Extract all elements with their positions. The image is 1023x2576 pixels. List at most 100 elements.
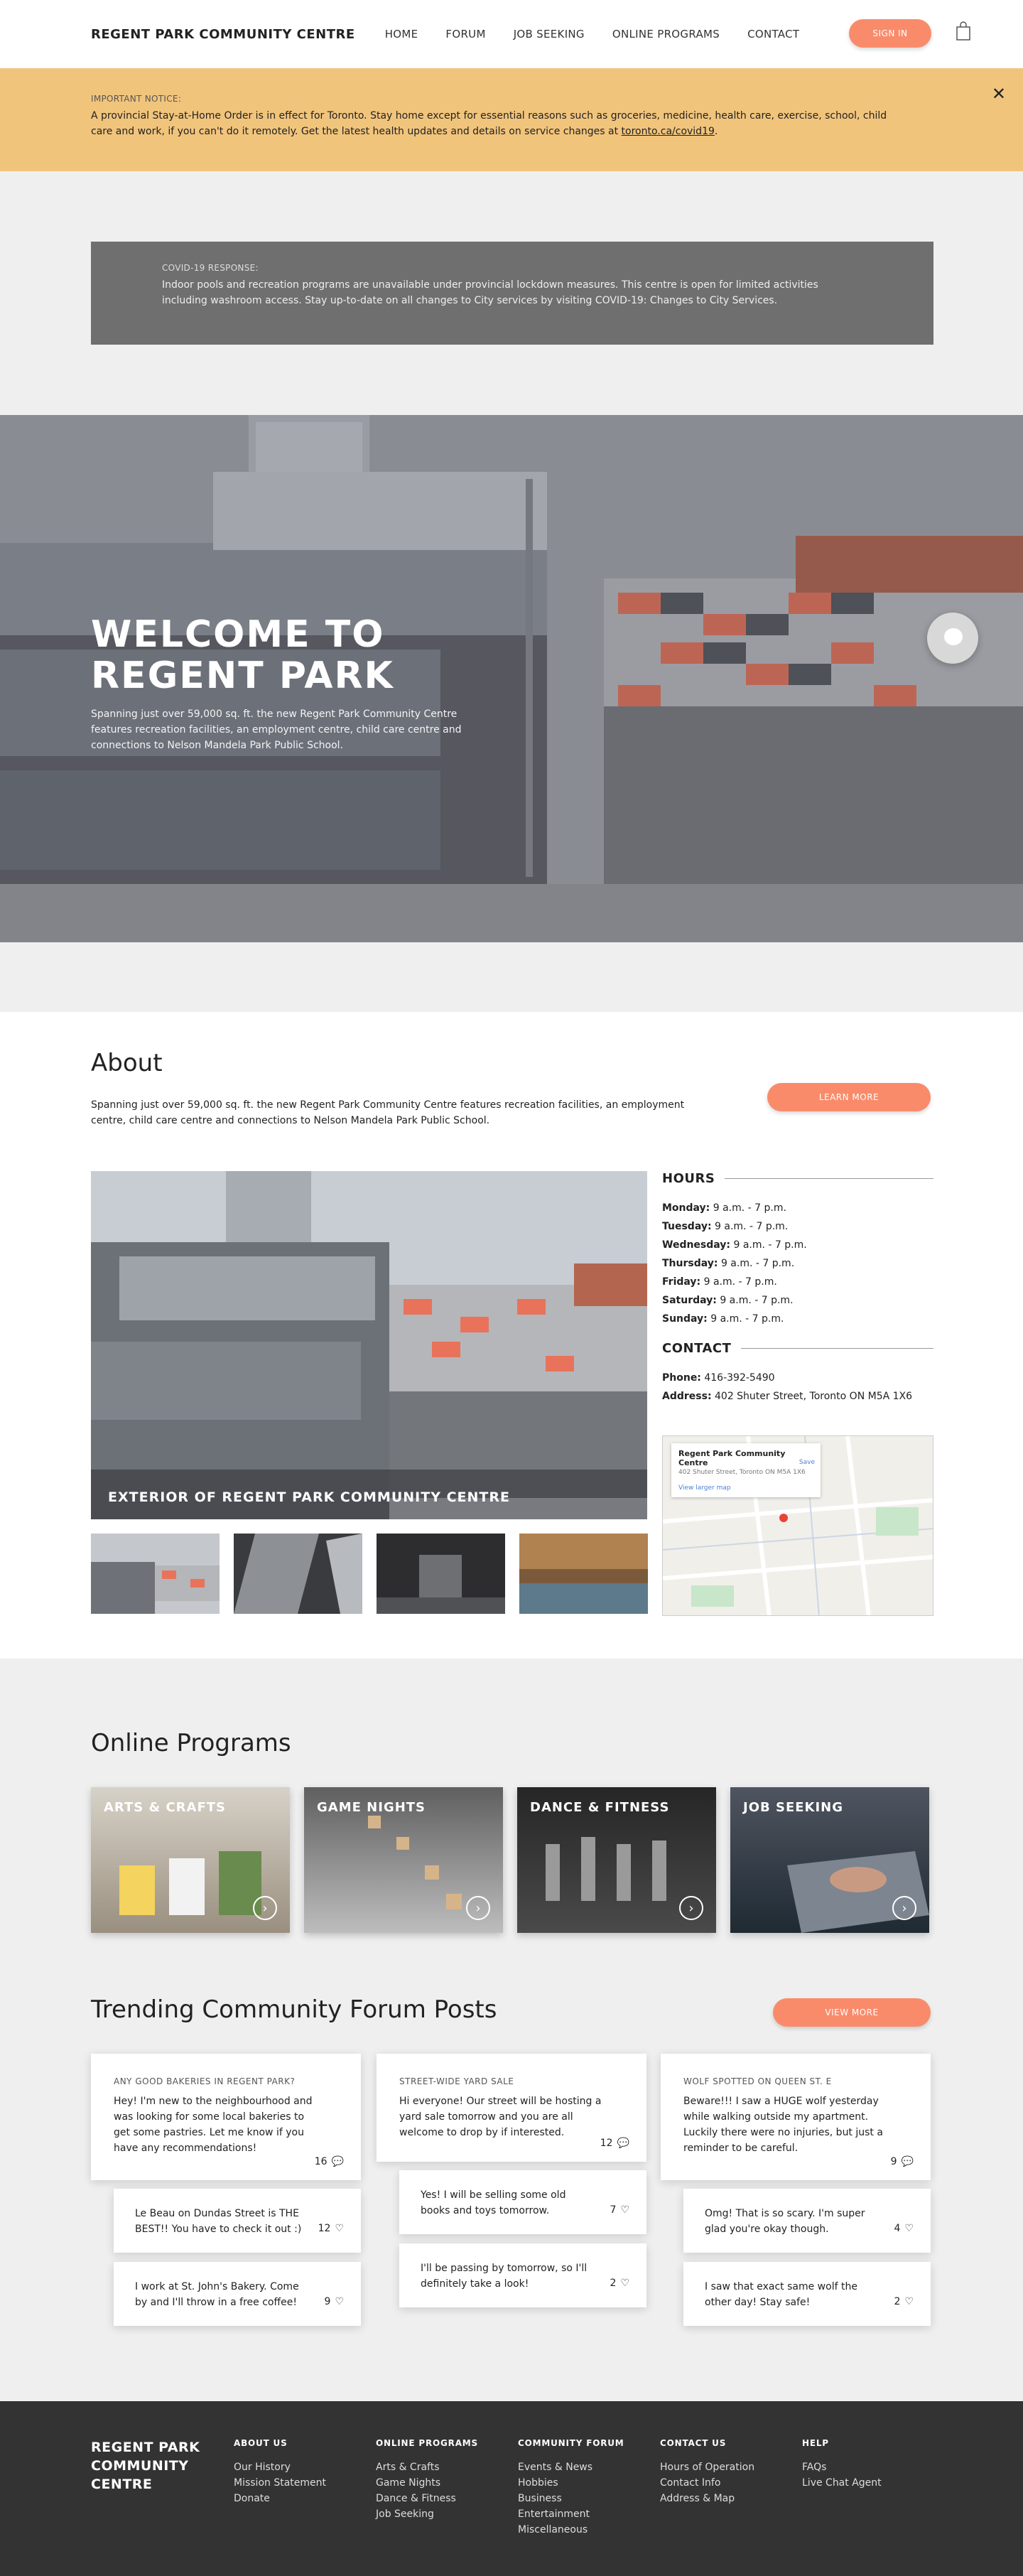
program-card-job-seeking[interactable]: JOB SEEKING › xyxy=(730,1787,929,1933)
reply-body: Le Beau on Dundas Street is THE BEST!! Y… xyxy=(135,2208,302,2235)
reply-body: I work at St. John's Bakery. Come by and… xyxy=(135,2281,299,2308)
footer-link[interactable]: Contact Info xyxy=(660,2475,754,2491)
nav-online-programs[interactable]: ONLINE PROGRAMS xyxy=(612,28,720,41)
programs-title: Online Programs xyxy=(91,1729,291,1757)
nav-job-seeking[interactable]: JOB SEEKING xyxy=(514,28,585,41)
footer-brand[interactable]: REGENT PARK COMMUNITY CENTRE xyxy=(91,2438,219,2494)
hours-row: Monday: 9 a.m. - 7 p.m. xyxy=(662,1202,786,1214)
heart-icon: ♡ xyxy=(335,2223,344,2234)
thumbnail-exterior[interactable] xyxy=(91,1534,220,1614)
hours-heading: HOURS xyxy=(662,1171,933,1186)
arrow-right-icon[interactable]: › xyxy=(466,1896,490,1920)
thumbnail-interior-1[interactable] xyxy=(234,1534,362,1614)
footer-link[interactable]: Game Nights xyxy=(376,2475,478,2491)
learn-more-button[interactable]: LEARN MORE xyxy=(767,1083,931,1111)
footer-link[interactable]: Business xyxy=(518,2491,624,2506)
site-header: REGENT PARK COMMUNITY CENTRE HOME FORUM … xyxy=(0,0,1023,68)
program-card-arts-crafts[interactable]: ARTS & CRAFTS › xyxy=(91,1787,290,1933)
view-more-button[interactable]: VIEW MORE xyxy=(773,1998,931,2027)
map-info-card: Regent Park Community Centre 402 Shuter … xyxy=(671,1443,821,1497)
like-count[interactable]: 12 ♡ xyxy=(318,2223,344,2234)
program-card-dance-fitness[interactable]: DANCE & FITNESS › xyxy=(517,1787,716,1933)
covid-body: Indoor pools and recreation programs are… xyxy=(162,279,818,306)
footer-link[interactable]: Arts & Crafts xyxy=(376,2459,478,2475)
heart-icon: ♡ xyxy=(335,2296,344,2307)
main-building-image[interactable]: EXTERIOR OF REGENT PARK COMMUNITY CENTRE xyxy=(91,1171,647,1519)
comment-icon: 💬 xyxy=(901,2156,914,2167)
reply-body: I'll be passing by tomorrow, so I'll def… xyxy=(421,2263,588,2290)
hours-contact-panel: HOURS Monday: 9 a.m. - 7 p.m. Tuesday: 9… xyxy=(662,1171,933,1406)
comment-count[interactable]: 16 💬 xyxy=(315,2156,344,2167)
about-title: About xyxy=(91,1049,163,1077)
nav-forum[interactable]: FORUM xyxy=(445,28,485,41)
like-count[interactable]: 2 ♡ xyxy=(894,2296,914,2307)
sign-in-button[interactable]: SIGN IN xyxy=(849,19,931,48)
comment-icon: 💬 xyxy=(331,2156,344,2167)
hours-row: Wednesday: 9 a.m. - 7 p.m. xyxy=(662,1239,807,1251)
footer-link[interactable]: Our History xyxy=(234,2459,326,2475)
footer-link[interactable]: Address & Map xyxy=(660,2491,754,2506)
arrow-right-icon[interactable]: › xyxy=(679,1896,703,1920)
like-count[interactable]: 7 ♡ xyxy=(610,2204,629,2216)
arrow-right-icon[interactable]: › xyxy=(892,1896,916,1920)
footer-link[interactable]: Mission Statement xyxy=(234,2475,326,2491)
map-save-button[interactable]: Save xyxy=(799,1459,815,1466)
shopping-bag-icon[interactable] xyxy=(956,21,971,41)
like-count[interactable]: 4 ♡ xyxy=(894,2223,914,2234)
hours-row: Tuesday: 9 a.m. - 7 p.m. xyxy=(662,1221,789,1232)
arrow-right-icon[interactable]: › xyxy=(253,1896,277,1920)
close-icon[interactable]: ✕ xyxy=(992,84,1006,104)
footer-link[interactable]: Live Chat Agent xyxy=(802,2475,882,2491)
footer-link[interactable]: Donate xyxy=(234,2491,326,2506)
footer-link[interactable]: Dance & Fitness xyxy=(376,2491,478,2506)
forum-reply[interactable]: I work at St. John's Bakery. Come by and… xyxy=(114,2262,361,2326)
thumbnail-interior-2[interactable] xyxy=(377,1534,505,1614)
forum-reply[interactable]: Yes! I will be selling some old books an… xyxy=(399,2170,646,2234)
nav-contact[interactable]: CONTACT xyxy=(747,28,799,41)
forum-reply[interactable]: Le Beau on Dundas Street is THE BEST!! Y… xyxy=(114,2189,361,2253)
hours-row: Friday: 9 a.m. - 7 p.m. xyxy=(662,1276,777,1288)
post-body: Beware!!! I saw a HUGE wolf yesterday wh… xyxy=(683,2096,883,2154)
footer-link[interactable]: Miscellaneous xyxy=(518,2522,624,2538)
nav-home[interactable]: HOME xyxy=(385,28,418,41)
forum-post[interactable]: WOLF SPOTTED ON QUEEN ST. E Beware!!! I … xyxy=(661,2054,931,2180)
footer-link[interactable]: Entertainment xyxy=(518,2506,624,2522)
program-title: JOB SEEKING xyxy=(743,1800,844,1815)
brand-logo[interactable]: REGENT PARK COMMUNITY CENTRE xyxy=(91,27,355,42)
footer-col-about: ABOUT US Our History Mission Statement D… xyxy=(234,2438,326,2506)
building-photo-large xyxy=(91,1171,647,1519)
covid-title: COVID-19 RESPONSE: xyxy=(162,263,259,273)
chat-bubble-icon[interactable] xyxy=(927,613,978,664)
footer-link[interactable]: Hobbies xyxy=(518,2475,624,2491)
footer-link[interactable]: FAQs xyxy=(802,2459,882,2475)
thumbnail-pool[interactable] xyxy=(519,1534,648,1614)
post-title: STREET-WIDE YARD SALE xyxy=(399,2076,514,2086)
contact-phone: Phone: 416-392-5490 xyxy=(662,1372,775,1384)
hero-subtitle: Spanning just over 59,000 sq. ft. the ne… xyxy=(91,708,462,751)
program-title: ARTS & CRAFTS xyxy=(104,1800,226,1815)
covid-link[interactable]: toronto.ca/covid19 xyxy=(622,126,715,137)
forum-reply[interactable]: I'll be passing by tomorrow, so I'll def… xyxy=(399,2243,646,2307)
heart-icon: ♡ xyxy=(620,2204,629,2216)
forum-post[interactable]: ANY GOOD BAKERIES IN REGENT PARK? Hey! I… xyxy=(91,2054,361,2180)
heart-icon: ♡ xyxy=(904,2296,914,2307)
contact-heading: CONTACT xyxy=(662,1341,933,1356)
comment-count[interactable]: 9 💬 xyxy=(891,2156,914,2167)
footer-link[interactable]: Job Seeking xyxy=(376,2506,478,2522)
like-count[interactable]: 2 ♡ xyxy=(610,2278,629,2289)
forum-reply[interactable]: I saw that exact same wolf the other day… xyxy=(683,2262,931,2326)
comment-count[interactable]: 12 💬 xyxy=(600,2138,629,2149)
hero-title: WELCOME TO REGENT PARK xyxy=(91,613,394,697)
post-title: ANY GOOD BAKERIES IN REGENT PARK? xyxy=(114,2076,296,2086)
like-count[interactable]: 9 ♡ xyxy=(325,2296,344,2307)
hours-row: Thursday: 9 a.m. - 7 p.m. xyxy=(662,1258,795,1269)
footer-col-programs: ONLINE PROGRAMS Arts & Crafts Game Night… xyxy=(376,2438,478,2522)
forum-post[interactable]: STREET-WIDE YARD SALE Hi everyone! Our s… xyxy=(377,2054,646,2162)
view-larger-map-link[interactable]: View larger map xyxy=(678,1484,813,1492)
footer-link[interactable]: Hours of Operation xyxy=(660,2459,754,2475)
location-map[interactable]: Regent Park Community Centre 402 Shuter … xyxy=(662,1435,933,1616)
forum-reply[interactable]: Omg! That is so scary. I'm super glad yo… xyxy=(683,2189,931,2253)
program-card-game-nights[interactable]: GAME NIGHTS › xyxy=(304,1787,503,1933)
post-body: Hi everyone! Our street will be hosting … xyxy=(399,2096,602,2138)
footer-link[interactable]: Events & News xyxy=(518,2459,624,2475)
